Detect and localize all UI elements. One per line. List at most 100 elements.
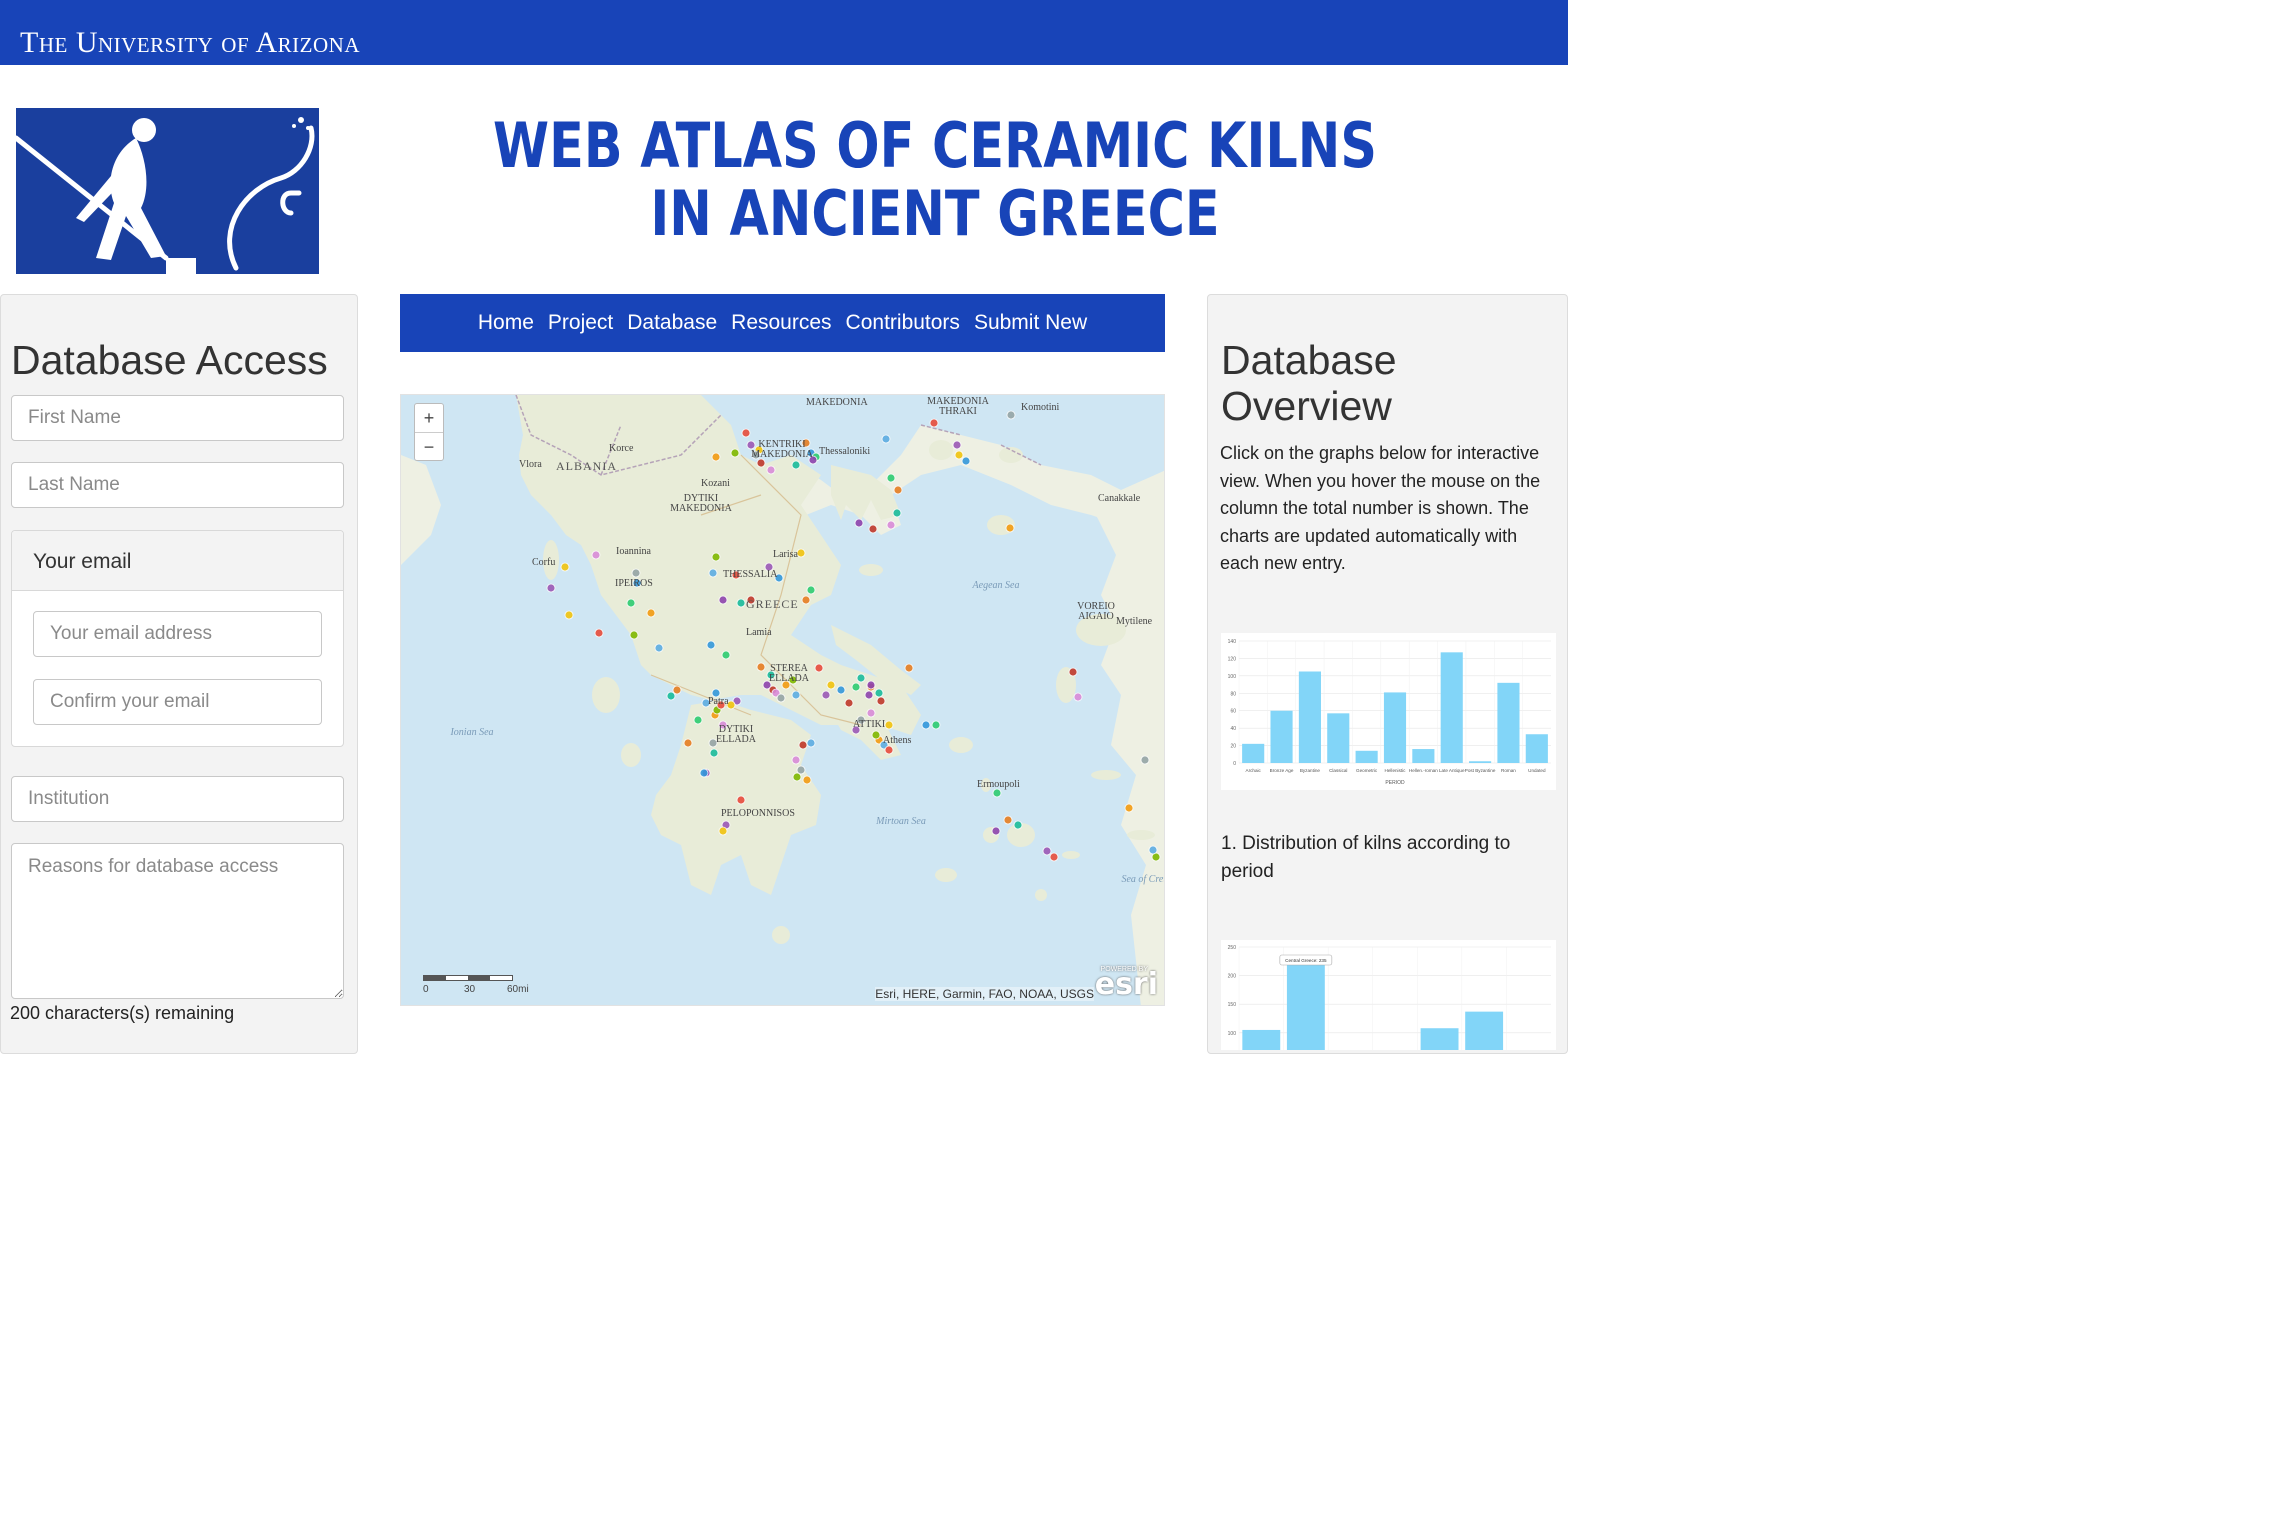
bar-roman[interactable]: [1497, 682, 1520, 763]
kiln-marker[interactable]: [1140, 755, 1150, 765]
kiln-marker[interactable]: [826, 680, 836, 690]
kiln-marker[interactable]: [1005, 523, 1015, 533]
region-bar[interactable]: [1420, 1028, 1459, 1050]
kiln-marker[interactable]: [594, 628, 604, 638]
period-chart[interactable]: 0 20 40 60 80 100 120 140 Archaic Bronze Age Byzan…: [1221, 633, 1556, 790]
kiln-marker[interactable]: [1068, 667, 1078, 677]
kiln-marker[interactable]: [961, 456, 971, 466]
kiln-marker[interactable]: [821, 690, 831, 700]
region-bar[interactable]: [1242, 1029, 1281, 1050]
kiln-marker[interactable]: [884, 720, 894, 730]
nav-database[interactable]: Database: [627, 311, 717, 335]
kiln-marker[interactable]: [802, 775, 812, 785]
kiln-map[interactable]: + − MAKEDONIA MAKEDONIA THRAKI Komotini Kor…: [400, 394, 1165, 1006]
region-chart[interactable]: 100 150 200 250 Central Greece: 235: [1221, 940, 1556, 1050]
kiln-marker[interactable]: [718, 595, 728, 605]
esri-logo[interactable]: esri: [1095, 967, 1158, 1002]
kiln-marker[interactable]: [776, 693, 786, 703]
kiln-marker[interactable]: [836, 685, 846, 695]
nav-resources[interactable]: Resources: [731, 311, 831, 335]
kiln-marker[interactable]: [646, 608, 656, 618]
kiln-marker[interactable]: [711, 452, 721, 462]
kiln-marker[interactable]: [992, 788, 1002, 798]
reasons-textarea[interactable]: [11, 843, 344, 999]
kiln-marker[interactable]: [718, 826, 728, 836]
last-name-field[interactable]: [11, 462, 344, 508]
kiln-marker[interactable]: [1006, 410, 1016, 420]
kiln-marker[interactable]: [952, 440, 962, 450]
bar-byzantine[interactable]: [1298, 671, 1321, 764]
nav-home[interactable]: Home: [478, 311, 534, 335]
kiln-marker[interactable]: [1148, 845, 1158, 855]
kiln-marker[interactable]: [631, 568, 641, 578]
kiln-marker[interactable]: [1003, 815, 1013, 825]
bar-late-antique[interactable]: [1440, 652, 1463, 763]
institution-field[interactable]: [11, 776, 344, 822]
kiln-marker[interactable]: [806, 585, 816, 595]
kiln-marker[interactable]: [546, 583, 556, 593]
kiln-marker[interactable]: [626, 598, 636, 608]
kiln-marker[interactable]: [706, 640, 716, 650]
kiln-marker[interactable]: [1073, 692, 1083, 702]
email-field[interactable]: [33, 611, 322, 657]
kiln-marker[interactable]: [766, 465, 776, 475]
bar-classical[interactable]: [1327, 713, 1350, 763]
kiln-marker[interactable]: [721, 650, 731, 660]
kiln-marker[interactable]: [1124, 803, 1134, 813]
kiln-marker[interactable]: [699, 768, 709, 778]
kiln-marker[interactable]: [991, 826, 1001, 836]
kiln-marker[interactable]: [854, 518, 864, 528]
kiln-marker[interactable]: [711, 552, 721, 562]
kiln-marker[interactable]: [921, 720, 931, 730]
kiln-marker[interactable]: [886, 520, 896, 530]
kiln-marker[interactable]: [1042, 846, 1052, 856]
kiln-marker[interactable]: [874, 688, 884, 698]
kiln-marker[interactable]: [672, 685, 682, 695]
region-bar[interactable]: [1286, 955, 1325, 1050]
kiln-marker[interactable]: [792, 772, 802, 782]
kiln-marker[interactable]: [868, 524, 878, 534]
kiln-marker[interactable]: [866, 708, 876, 718]
kiln-marker[interactable]: [844, 698, 854, 708]
zoom-in-button[interactable]: +: [415, 404, 443, 433]
kiln-marker[interactable]: [736, 598, 746, 608]
kiln-marker[interactable]: [864, 690, 874, 700]
kiln-marker[interactable]: [791, 755, 801, 765]
kiln-marker[interactable]: [709, 748, 719, 758]
kiln-marker[interactable]: [708, 568, 718, 578]
kiln-marker[interactable]: [881, 434, 891, 444]
university-title[interactable]: The University of Arizona: [20, 26, 360, 60]
kiln-marker[interactable]: [736, 795, 746, 805]
bar-post-byzantine[interactable]: [1469, 761, 1492, 763]
kiln-marker[interactable]: [756, 458, 766, 468]
map-attribution[interactable]: Esri, HERE, Garmin, FAO, NOAA, USGS: [875, 987, 1094, 1001]
potter-at-wheel-logo[interactable]: [13, 108, 319, 274]
kiln-marker[interactable]: [666, 691, 676, 701]
kiln-marker[interactable]: [871, 730, 881, 740]
bar-hellenistic[interactable]: [1383, 692, 1407, 763]
bar-hellen-roman[interactable]: [1412, 749, 1435, 763]
bar-archaic[interactable]: [1242, 743, 1265, 763]
kiln-marker[interactable]: [886, 473, 896, 483]
kiln-marker[interactable]: [730, 448, 740, 458]
kiln-marker[interactable]: [791, 460, 801, 470]
kiln-marker[interactable]: [893, 485, 903, 495]
kiln-marker[interactable]: [929, 418, 939, 428]
kiln-marker[interactable]: [564, 610, 574, 620]
kiln-marker[interactable]: [892, 508, 902, 518]
bar-undated[interactable]: [1525, 734, 1548, 763]
kiln-marker[interactable]: [866, 680, 876, 690]
kiln-marker[interactable]: [884, 745, 894, 755]
kiln-marker[interactable]: [931, 720, 941, 730]
kiln-marker[interactable]: [741, 428, 751, 438]
kiln-marker[interactable]: [629, 630, 639, 640]
kiln-marker[interactable]: [1049, 852, 1059, 862]
kiln-marker[interactable]: [856, 673, 866, 683]
kiln-marker[interactable]: [693, 715, 703, 725]
region-bar[interactable]: [1465, 1011, 1504, 1050]
kiln-marker[interactable]: [954, 450, 964, 460]
kiln-marker[interactable]: [791, 690, 801, 700]
kiln-marker[interactable]: [796, 548, 806, 558]
kiln-marker[interactable]: [851, 682, 861, 692]
kiln-marker[interactable]: [806, 738, 816, 748]
